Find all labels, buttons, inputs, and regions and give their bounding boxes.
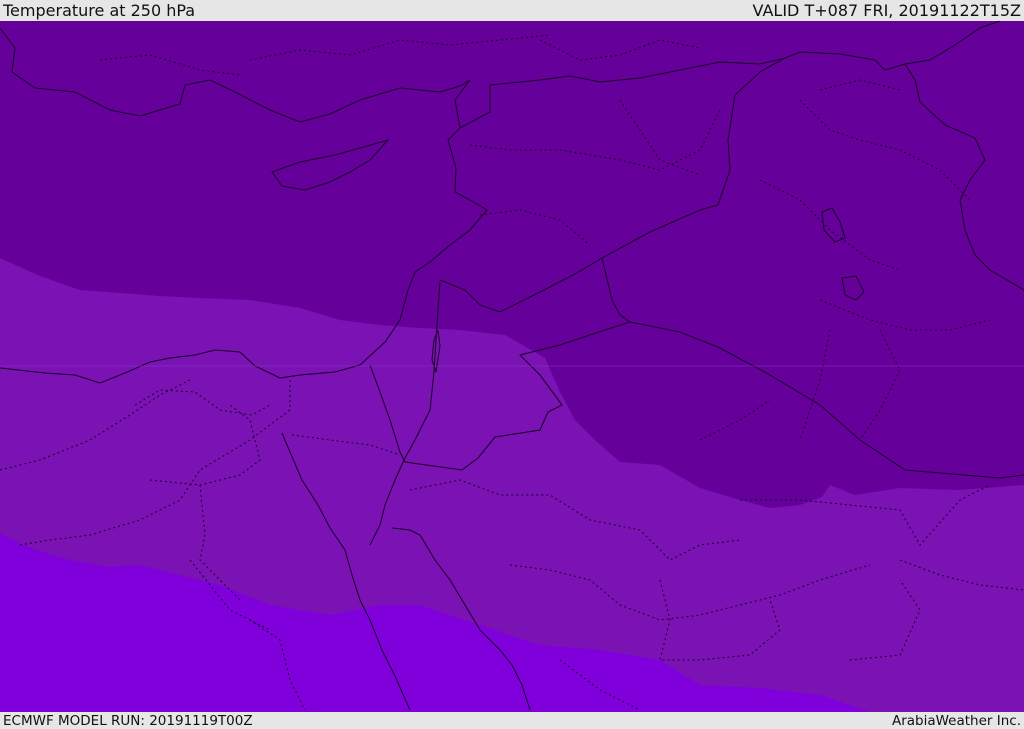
map-area[interactable] — [0, 21, 1024, 712]
temperature-map[interactable] — [0, 21, 1024, 712]
footer-bar: ECMWF MODEL RUN: 20191119T00Z ArabiaWeat… — [0, 712, 1024, 729]
credit-label: ArabiaWeather Inc. — [891, 712, 1021, 729]
header-bar: Temperature at 250 hPa VALID T+087 FRI, … — [0, 0, 1024, 21]
map-title: Temperature at 250 hPa — [3, 1, 196, 20]
valid-time-label: VALID T+087 FRI, 20191122T15Z — [752, 1, 1021, 20]
model-run-label: ECMWF MODEL RUN: 20191119T00Z — [3, 712, 253, 729]
